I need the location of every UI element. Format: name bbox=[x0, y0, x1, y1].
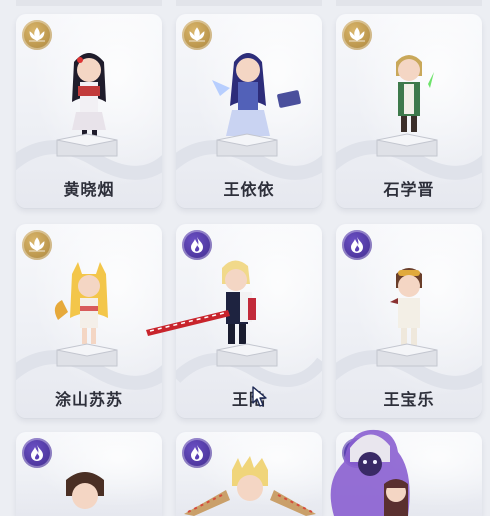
character-card-row3-3[interactable] bbox=[330, 429, 482, 516]
character-card-tushan-susu[interactable]: 涂山苏苏 bbox=[16, 224, 162, 418]
character-sprite-blonde-winged bbox=[184, 456, 316, 516]
character-name: 王陆 bbox=[231, 390, 266, 409]
character-card-huang-xiaoyan[interactable]: 黄晓烟 bbox=[16, 14, 162, 208]
character-name: 王依依 bbox=[223, 180, 275, 199]
card-strip-top-1 bbox=[16, 0, 162, 6]
character-card-wang-baole[interactable]: 王宝乐 bbox=[336, 224, 482, 418]
pedestal bbox=[56, 343, 118, 367]
character-sprite-purple-spirit bbox=[330, 429, 410, 516]
character-name: 石学晋 bbox=[383, 180, 435, 199]
character-card-shi-xuejin[interactable]: 石学晋 bbox=[336, 14, 482, 208]
character-card-wang-lu[interactable]: 王陆 bbox=[146, 224, 322, 418]
character-card-row3-1[interactable] bbox=[16, 432, 162, 516]
character-name: 黄晓烟 bbox=[63, 180, 115, 199]
card-strip-top-3 bbox=[336, 0, 482, 6]
pedestal bbox=[216, 133, 278, 157]
character-sprite-green-coat-boy bbox=[396, 55, 434, 132]
character-name: 王宝乐 bbox=[383, 390, 435, 409]
pedestal bbox=[376, 343, 438, 367]
card-strip-top-2 bbox=[176, 0, 322, 6]
character-sprite-brown-hair bbox=[66, 472, 104, 509]
mouse-cursor-icon bbox=[252, 386, 267, 407]
pedestal bbox=[216, 343, 278, 367]
flame-icon bbox=[22, 438, 52, 468]
lotus-icon bbox=[22, 230, 52, 260]
character-card-wang-yiyi[interactable]: 王依依 bbox=[176, 14, 322, 208]
pedestal bbox=[56, 133, 118, 157]
pedestal bbox=[376, 133, 438, 157]
character-card-row3-2[interactable] bbox=[176, 432, 322, 516]
character-name: 涂山苏苏 bbox=[54, 390, 123, 409]
character-sprite-black-hair-girl bbox=[72, 53, 106, 138]
flame-icon bbox=[342, 230, 372, 260]
character-sprite-blue-hair-mage bbox=[212, 53, 301, 136]
